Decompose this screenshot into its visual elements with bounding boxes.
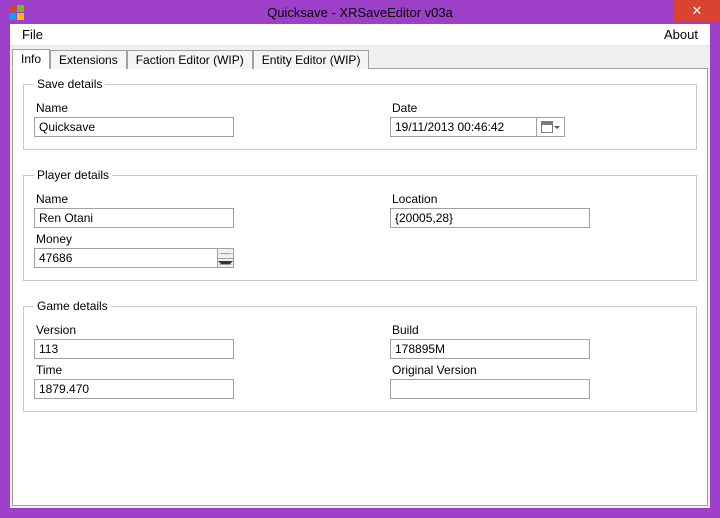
spinner-up-button[interactable] bbox=[218, 249, 233, 259]
numeric-player-money-value[interactable] bbox=[35, 249, 217, 267]
label-game-orig-version: Original Version bbox=[392, 363, 686, 377]
datetimepicker-save-date[interactable]: 19/11/2013 00:46:42 bbox=[390, 117, 565, 137]
input-game-time[interactable] bbox=[34, 379, 234, 399]
datetimepicker-dropdown-button[interactable] bbox=[536, 118, 564, 136]
main-window: Quicksave - XRSaveEditor v03a ✕ File Abo… bbox=[0, 0, 720, 518]
tab-faction-editor[interactable]: Faction Editor (WIP) bbox=[127, 50, 253, 69]
numeric-player-money[interactable] bbox=[34, 248, 234, 268]
input-game-orig-version[interactable] bbox=[390, 379, 590, 399]
menu-about[interactable]: About bbox=[658, 25, 704, 44]
tab-panel-info: Save details Name Date 19/11/2013 00:46:… bbox=[12, 68, 708, 506]
chevron-down-icon bbox=[554, 126, 560, 129]
spinner bbox=[217, 249, 233, 267]
input-player-name[interactable] bbox=[34, 208, 234, 228]
label-player-location: Location bbox=[392, 192, 686, 206]
close-button[interactable]: ✕ bbox=[674, 0, 720, 22]
label-game-time: Time bbox=[36, 363, 330, 377]
input-game-build[interactable] bbox=[390, 339, 590, 359]
groupbox-player-details: Player details Name Money Location bbox=[23, 168, 697, 281]
close-icon: ✕ bbox=[692, 3, 703, 19]
arrow-down-icon bbox=[218, 261, 233, 265]
groupbox-game-details: Game details Version Time Build Original… bbox=[23, 299, 697, 412]
input-player-location[interactable] bbox=[390, 208, 590, 228]
app-icon bbox=[8, 4, 24, 20]
menu-file[interactable]: File bbox=[16, 25, 49, 44]
tab-entity-editor[interactable]: Entity Editor (WIP) bbox=[253, 50, 370, 69]
label-player-name: Name bbox=[36, 192, 330, 206]
tab-info[interactable]: Info bbox=[12, 49, 50, 69]
calendar-icon bbox=[541, 121, 553, 133]
label-game-version: Version bbox=[36, 323, 330, 337]
tabs: Info Extensions Faction Editor (WIP) Ent… bbox=[10, 46, 710, 68]
datetimepicker-value: 19/11/2013 00:46:42 bbox=[391, 120, 536, 134]
legend-save-details: Save details bbox=[34, 77, 105, 91]
input-save-name[interactable] bbox=[34, 117, 234, 137]
label-player-money: Money bbox=[36, 232, 330, 246]
window-title: Quicksave - XRSaveEditor v03a bbox=[0, 5, 720, 20]
groupbox-save-details: Save details Name Date 19/11/2013 00:46:… bbox=[23, 77, 697, 150]
arrow-up-icon bbox=[218, 253, 233, 254]
label-save-name: Name bbox=[36, 101, 330, 115]
label-game-build: Build bbox=[392, 323, 686, 337]
menubar: File About bbox=[10, 24, 710, 46]
titlebar[interactable]: Quicksave - XRSaveEditor v03a ✕ bbox=[0, 0, 720, 24]
label-save-date: Date bbox=[392, 101, 686, 115]
legend-game-details: Game details bbox=[34, 299, 111, 313]
tab-extensions[interactable]: Extensions bbox=[50, 50, 127, 69]
spinner-down-button[interactable] bbox=[218, 259, 233, 268]
input-game-version[interactable] bbox=[34, 339, 234, 359]
legend-player-details: Player details bbox=[34, 168, 112, 182]
